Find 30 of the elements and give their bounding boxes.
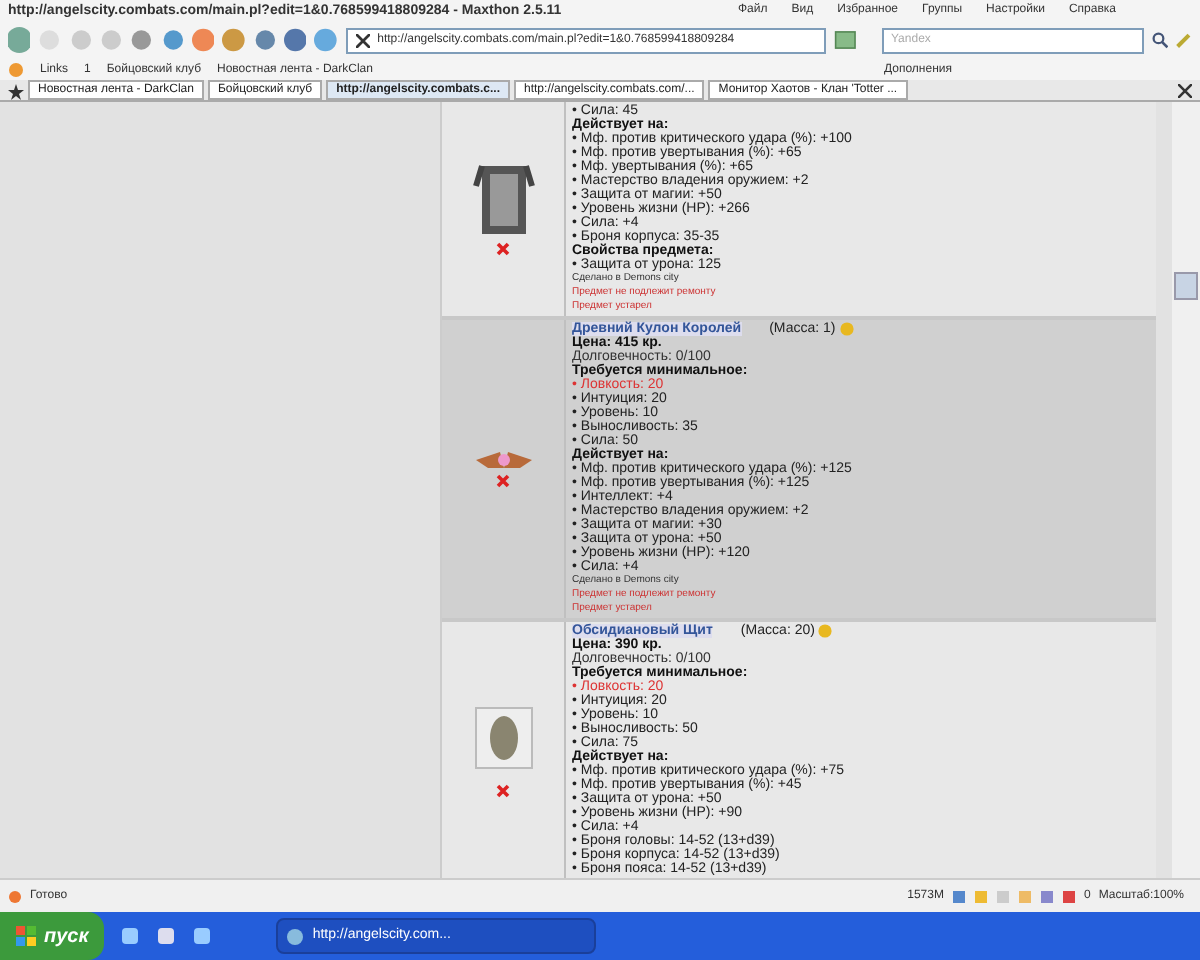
toolbar-icon xyxy=(222,26,246,54)
quick-launch-icon xyxy=(192,926,213,946)
pen-icon xyxy=(1175,30,1193,50)
coin-icon xyxy=(839,322,854,336)
close-icon xyxy=(1178,84,1192,98)
toolbar-icon xyxy=(314,26,338,54)
scrollbar[interactable] xyxy=(1172,102,1200,878)
delete-icon xyxy=(496,783,510,797)
search-icon xyxy=(1151,30,1168,50)
delete-icon xyxy=(496,473,510,487)
toolbar-icon xyxy=(8,26,31,54)
windows-logo-icon xyxy=(16,926,36,946)
status-icon xyxy=(8,889,22,903)
quick-launch-icon xyxy=(156,926,177,946)
toolbar-icon xyxy=(191,26,215,54)
globe-icon xyxy=(286,927,305,945)
armor-icon xyxy=(471,162,535,238)
amulet-icon xyxy=(471,451,535,469)
coin-icon xyxy=(818,624,833,638)
toolbar-icon xyxy=(69,26,92,54)
start-button[interactable]: пуск xyxy=(0,912,105,960)
toolbar-icon xyxy=(99,26,123,54)
toolbar-icon xyxy=(253,26,276,54)
toolbar-icon xyxy=(130,26,154,54)
toolbar-icon xyxy=(283,26,307,54)
quick-launch-icon xyxy=(120,926,141,946)
delete-icon xyxy=(496,242,510,256)
star-icon xyxy=(8,84,24,100)
toolbar-icon xyxy=(161,26,184,54)
image-icon xyxy=(834,28,857,52)
